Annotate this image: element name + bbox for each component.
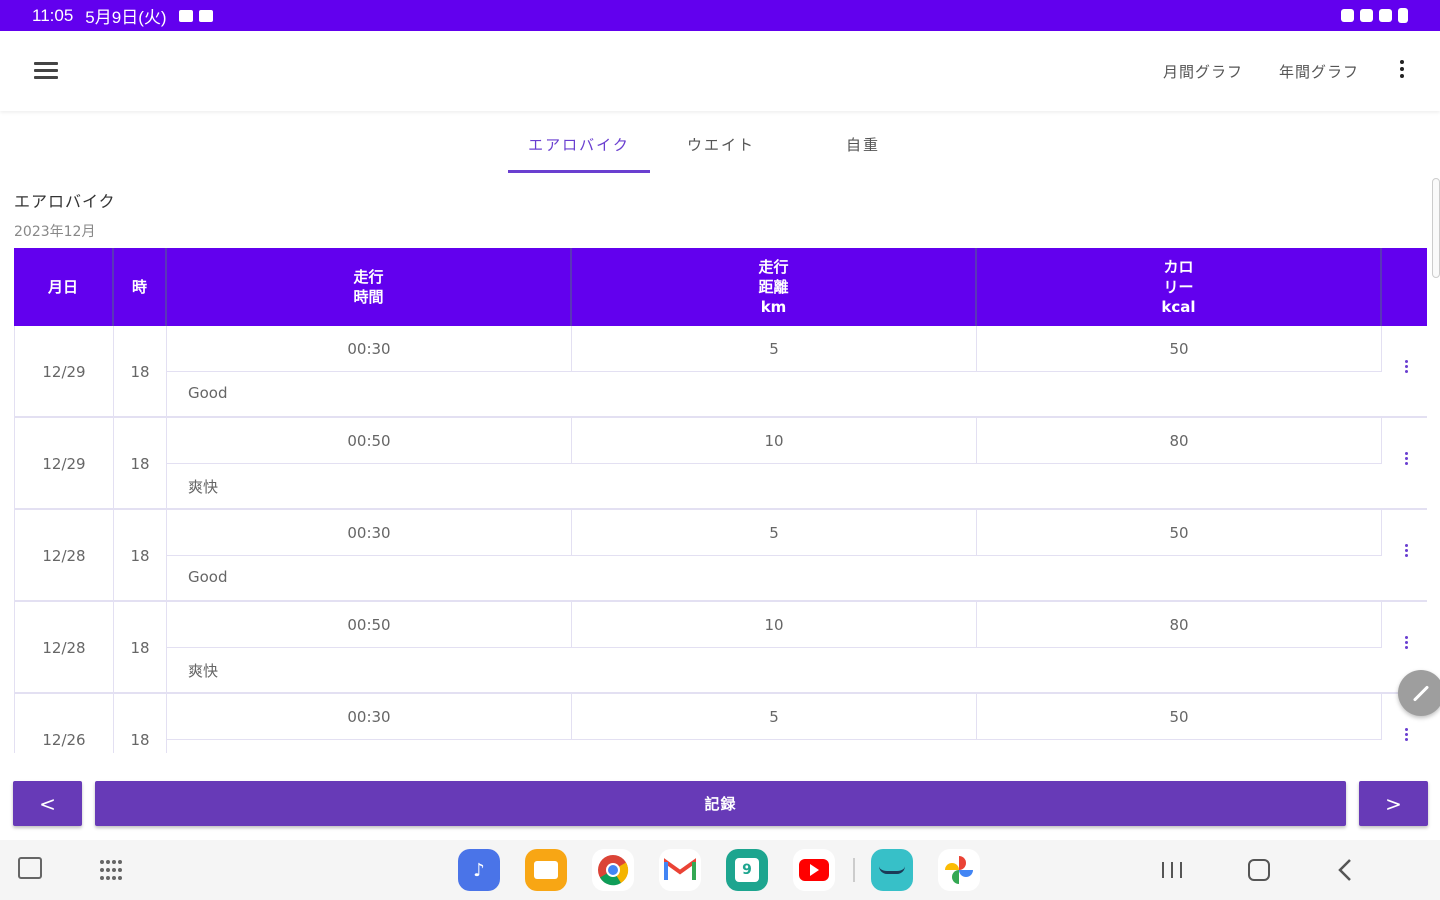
row-time: 00:30: [167, 510, 572, 555]
column-header-distance: 走行 距離 km: [572, 248, 977, 326]
table-header: 月日 時 走行 時間 走行 距離 km カロ リー kcal: [14, 248, 1427, 326]
files-app-icon[interactable]: [525, 849, 567, 891]
navigation-bar: [0, 840, 1440, 900]
notification-icon: [198, 9, 213, 22]
column-header-date: 月日: [14, 248, 114, 326]
table-row[interactable]: 12/29 18 00:50 10 80 爽快: [14, 418, 1427, 510]
youtube-app-icon[interactable]: [793, 849, 835, 891]
tab-weight[interactable]: ウエイト: [650, 118, 792, 173]
row-calories: 50: [977, 510, 1382, 555]
status-bar: 11:05 5月9日(火): [0, 0, 1440, 31]
row-note: Good: [188, 384, 228, 402]
table-row[interactable]: 12/28 18 00:50 10 80 爽快: [14, 602, 1427, 694]
row-date: 12/28: [14, 510, 114, 602]
row-time: 00:30: [167, 326, 572, 371]
row-divider: [167, 739, 1382, 740]
workout-table: 月日 時 走行 時間 走行 距離 km カロ リー kcal 12/29 18 …: [14, 248, 1427, 753]
row-note: 爽快: [188, 478, 219, 496]
table-body: 12/29 18 00:30 5 50 Good 12/29 18 00:50 …: [14, 326, 1427, 753]
row-divider: [167, 555, 1382, 556]
row-calories: 80: [977, 418, 1382, 463]
calendar-app-icon[interactable]: 9: [726, 849, 768, 891]
notification-icon: [178, 9, 193, 22]
row-hour: 18: [114, 602, 167, 694]
system-status-icons: [1341, 8, 1408, 23]
wifi-icon: [1379, 9, 1392, 22]
record-button[interactable]: 記録: [95, 781, 1346, 826]
row-hour: 18: [114, 510, 167, 602]
notification-icons: [178, 9, 213, 22]
photos-app-icon[interactable]: [938, 849, 980, 891]
table-row[interactable]: 12/29 18 00:30 5 50 Good: [14, 326, 1427, 418]
row-distance: 5: [572, 326, 977, 371]
row-more-vert-icon[interactable]: [1396, 542, 1416, 570]
row-calories: 80: [977, 602, 1382, 647]
section-month: 2023年12月: [14, 224, 96, 240]
row-distance: 5: [572, 694, 977, 739]
more-vert-icon[interactable]: [1392, 57, 1412, 87]
row-more-vert-icon[interactable]: [1396, 450, 1416, 478]
edit-icon[interactable]: [1398, 670, 1440, 716]
yearly-graph-button[interactable]: 年間グラフ: [1279, 61, 1359, 82]
row-date: 12/28: [14, 602, 114, 694]
status-time: 11:05: [32, 5, 74, 25]
row-date: 12/29: [14, 326, 114, 418]
row-note: Good: [188, 568, 228, 586]
bluetooth-icon: [1341, 9, 1354, 22]
row-more-vert-icon[interactable]: [1396, 634, 1416, 662]
next-month-button[interactable]: >: [1359, 781, 1428, 826]
section-title: エアロバイク: [14, 192, 116, 211]
music-app-icon[interactable]: ♪: [458, 849, 500, 891]
row-note: 爽快: [188, 662, 219, 680]
back-icon[interactable]: [1336, 858, 1356, 886]
row-time: 00:30: [167, 694, 572, 739]
row-date: 12/26: [14, 694, 114, 753]
tab-aerobike[interactable]: エアロバイク: [508, 118, 650, 173]
app-bar: 月間グラフ 年間グラフ: [0, 31, 1440, 111]
column-header-hour: 時: [114, 248, 167, 326]
recent-apps-icon[interactable]: [1160, 860, 1184, 884]
home-icon[interactable]: [1248, 859, 1270, 881]
row-divider: [167, 463, 1382, 464]
monthly-graph-button[interactable]: 月間グラフ: [1163, 61, 1243, 82]
row-divider: [167, 647, 1382, 648]
screenshot-icon[interactable]: [18, 857, 42, 879]
row-divider: [167, 371, 1382, 372]
chrome-app-icon[interactable]: [592, 849, 634, 891]
table-row[interactable]: 12/26 18 00:30 5 50: [14, 694, 1427, 753]
row-calories: 50: [977, 326, 1382, 371]
row-more-vert-icon[interactable]: [1396, 358, 1416, 386]
calendar-day: 9: [735, 858, 759, 882]
tab-bodyweight[interactable]: 自重: [792, 118, 934, 173]
hamburger-menu-icon[interactable]: [28, 55, 64, 87]
amazon-app-icon[interactable]: [871, 849, 913, 891]
column-header-time: 走行 時間: [167, 248, 572, 326]
row-more-vert-icon[interactable]: [1396, 726, 1416, 753]
row-distance: 10: [572, 418, 977, 463]
dock-divider: [853, 858, 855, 882]
app-drawer-icon[interactable]: [99, 859, 123, 881]
row-hour: 18: [114, 694, 167, 753]
status-date: 5月9日(火): [85, 8, 167, 27]
mute-icon: [1360, 9, 1373, 22]
column-header-calories: カロ リー kcal: [977, 248, 1382, 326]
prev-month-button[interactable]: <: [13, 781, 82, 826]
row-distance: 10: [572, 602, 977, 647]
tab-bar: エアロバイク ウエイト 自重: [508, 118, 934, 173]
row-calories: 50: [977, 694, 1382, 739]
battery-icon: [1398, 8, 1408, 23]
table-row[interactable]: 12/28 18 00:30 5 50 Good: [14, 510, 1427, 602]
row-date: 12/29: [14, 418, 114, 510]
row-hour: 18: [114, 418, 167, 510]
column-header-actions: [1382, 248, 1427, 326]
row-time: 00:50: [167, 418, 572, 463]
gmail-app-icon[interactable]: [659, 849, 701, 891]
row-hour: 18: [114, 326, 167, 418]
row-distance: 5: [572, 510, 977, 555]
scrollbar[interactable]: [1432, 178, 1440, 278]
row-time: 00:50: [167, 602, 572, 647]
